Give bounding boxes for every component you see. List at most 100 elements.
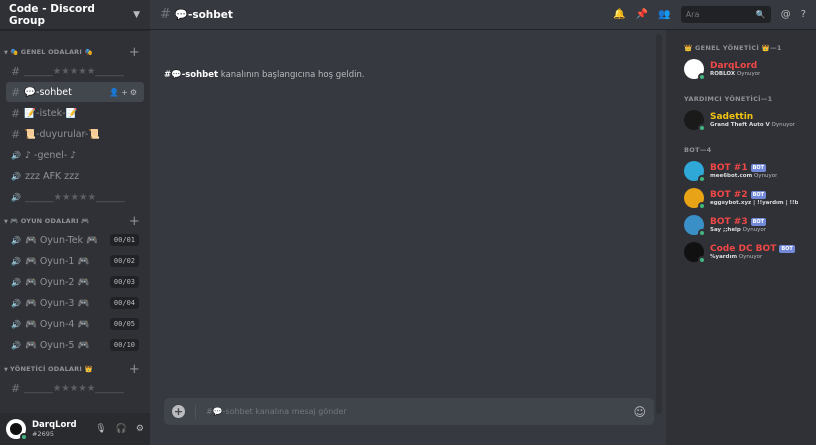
member-text: Sadettin Grand Theft Auto V Oynuyor	[710, 112, 795, 128]
member-item[interactable]: DarqLord ROBLOX Oynuyor	[666, 57, 816, 81]
category-label: ▼ 🎮 OYUN ODALARI 🎮	[4, 217, 90, 225]
deafen-headphones-icon[interactable]: 🎧	[116, 424, 127, 434]
member-item[interactable]: BOT #1 BOT mee6bot.com Oynuyor	[666, 159, 816, 183]
search-input[interactable]: Ara 🔍	[680, 6, 771, 23]
text-channel-item[interactable]: # 📜-duyurular-📜	[6, 124, 144, 144]
channel-title: 💬-sohbet	[174, 9, 233, 21]
text-channel-item[interactable]: # 💬-sohbet 👤+⚙	[6, 82, 144, 102]
member-item[interactable]: Code DC BOT BOT %yardım Oynuyor	[666, 240, 816, 264]
channel-settings-icons[interactable]: 👤+⚙	[109, 88, 139, 97]
guild-name: Code - Discord Group	[9, 2, 95, 27]
add-channel-icon[interactable]: +	[129, 362, 140, 377]
category-header[interactable]: ▼ YÖNETİCİ ODALARI 👑 +	[0, 361, 150, 377]
mute-microphone-icon[interactable]: 🎙	[95, 424, 106, 434]
gamepad-icon: 🎮	[74, 318, 90, 330]
gamepad-icon: 🎮	[24, 318, 40, 330]
guild-header[interactable]: Code - Discord Group ▼	[0, 0, 150, 30]
online-status-icon	[20, 433, 28, 441]
gamepad-icon: 🎮	[24, 276, 40, 288]
category-header[interactable]: ▼ 🎮 OYUN ODALARI 🎮 +	[0, 213, 150, 229]
pin-icon[interactable]: 📌	[636, 9, 648, 20]
speaker-icon: 🔊	[11, 256, 21, 266]
avatar[interactable]	[684, 110, 706, 132]
speaker-icon: 🔊	[11, 171, 21, 181]
voice-channel-item[interactable]: 🔊 🎮 Oyun-2 🎮 00/03	[6, 272, 144, 292]
activity-name: eggsybot.xyz | !!yardım | !!bl...	[710, 200, 798, 206]
member-list: 👑 GENEL YÖNETİCİ 👑—1 DarqLord ROBLOX Oynuy…	[666, 30, 816, 445]
channel-list: ▼ 🎭 GENEL ODALARI 🎭 + # ______★★★★★______ # 💬-…	[0, 38, 150, 413]
online-status-icon	[698, 73, 706, 81]
member-text: BOT #2 BOT eggsybot.xyz | !!yardım | !!bl.…	[710, 190, 798, 206]
text-channel-item[interactable]: # 📝-istek-📝	[6, 103, 144, 123]
text-channel-item[interactable]: # ______★★★★★______	[6, 378, 144, 398]
user-tag: #2695	[32, 430, 54, 438]
voice-channel-item[interactable]: 🔊 ______★★★★★______	[6, 187, 144, 207]
welcome-message: #💬-sohbet kanalının başlangıcına hoş gel…	[164, 70, 365, 80]
help-icon[interactable]: ?	[801, 9, 806, 20]
channel-name: 🎮 Oyun-4 🎮	[24, 318, 90, 330]
avatar[interactable]	[684, 188, 706, 210]
member-text: DarqLord ROBLOX Oynuyor	[710, 61, 760, 77]
gear-icon[interactable]: ⚙	[136, 424, 144, 434]
channel-name: ______★★★★★______	[24, 191, 125, 203]
user-limit-badge: 00/05	[109, 318, 139, 330]
message-composer[interactable]: + #💬-sohbet kanalına mesaj gönder ☺	[164, 398, 654, 425]
gamepad-icon: 🎮	[24, 339, 40, 351]
voice-channel-item[interactable]: 🔊 🎮 Oyun-Tek 🎮 00/01	[6, 230, 144, 250]
channel-name: 📜-duyurular-📜	[24, 128, 101, 140]
member-item[interactable]: BOT #3 BOT Say ;;help Oynuyor	[666, 213, 816, 237]
voice-channel-item[interactable]: 🔊 🎮 Oyun-3 🎮 00/04	[6, 293, 144, 313]
avatar[interactable]	[684, 242, 706, 264]
member-name: BOT #3 BOT	[710, 217, 767, 227]
bell-icon[interactable]: 🔔	[613, 9, 625, 20]
online-status-icon	[698, 124, 706, 132]
chevron-down-icon: ▼	[4, 219, 9, 225]
avatar[interactable]	[684, 161, 706, 183]
add-channel-icon[interactable]: +	[129, 214, 140, 229]
add-channel-icon[interactable]: +	[129, 45, 140, 60]
bot-badge: BOT	[750, 164, 767, 172]
speaker-icon: 🔊	[11, 298, 21, 308]
member-item[interactable]: BOT #2 BOT eggsybot.xyz | !!yardım | !!bl.…	[666, 186, 816, 210]
activity-name: %yardım	[710, 254, 738, 260]
hash-icon: #	[160, 7, 171, 22]
gamepad-icon: 🎮	[74, 255, 90, 267]
online-status-icon	[698, 229, 706, 237]
user-panel: DarqLord #2695 🎙 🎧 ⚙	[0, 413, 150, 445]
voice-channel-item[interactable]: 🔊 🎮 Oyun-5 🎮 00/10	[6, 335, 144, 355]
bot-badge: BOT	[779, 245, 795, 253]
speaker-icon: 🔊	[11, 150, 21, 160]
speaker-icon: 🔊	[11, 277, 21, 287]
username: DarqLord	[32, 420, 77, 430]
user-limit-badge: 00/02	[109, 255, 139, 267]
member-activity: %yardım Oynuyor	[710, 254, 763, 260]
channel-name: ♪ -genel- ♪	[24, 149, 77, 161]
member-name: BOT #2 BOT	[710, 190, 767, 200]
activity-name: ROBLOX	[710, 71, 736, 77]
upload-plus-icon[interactable]: +	[172, 405, 185, 418]
avatar[interactable]	[684, 215, 706, 237]
user-limit-badge: 00/10	[109, 339, 139, 351]
hash-icon: #	[11, 106, 21, 120]
emoji-icon[interactable]: ☺	[633, 405, 646, 419]
voice-channel-item[interactable]: 🔊 🎮 Oyun-4 🎮 00/05	[6, 314, 144, 334]
chevron-down-icon[interactable]: ▼	[133, 10, 140, 20]
mention-icon[interactable]: @	[781, 9, 791, 20]
member-text: Code DC BOT BOT %yardım Oynuyor	[710, 244, 795, 260]
category-header[interactable]: ▼ 🎭 GENEL ODALARI 🎭 +	[0, 44, 150, 60]
channel-name: ______★★★★★______	[24, 382, 124, 394]
text-channel-item[interactable]: # ______★★★★★______	[6, 61, 144, 81]
members-list-icon[interactable]: 👥	[658, 9, 670, 20]
voice-channel-item[interactable]: 🔊 🎮 Oyun-1 🎮 00/02	[6, 251, 144, 271]
avatar[interactable]	[6, 419, 28, 441]
channel-name: ______★★★★★______	[24, 65, 124, 77]
member-item[interactable]: Sadettin Grand Theft Auto V Oynuyor	[666, 108, 816, 132]
voice-channel-item[interactable]: 🔊 zzz AFK zzz	[6, 166, 144, 186]
scrollbar[interactable]	[656, 34, 662, 414]
voice-channel-item[interactable]: 🔊 ♪ -genel- ♪	[6, 145, 144, 165]
channel-name: 🎮 Oyun-2 🎮	[24, 276, 90, 288]
user-limit-badge: 00/03	[109, 276, 139, 288]
category-label: ▼ 🎭 GENEL ODALARI 🎭	[4, 48, 93, 56]
message-input[interactable]: #💬-sohbet kanalına mesaj gönder	[206, 407, 633, 416]
avatar[interactable]	[684, 59, 706, 81]
